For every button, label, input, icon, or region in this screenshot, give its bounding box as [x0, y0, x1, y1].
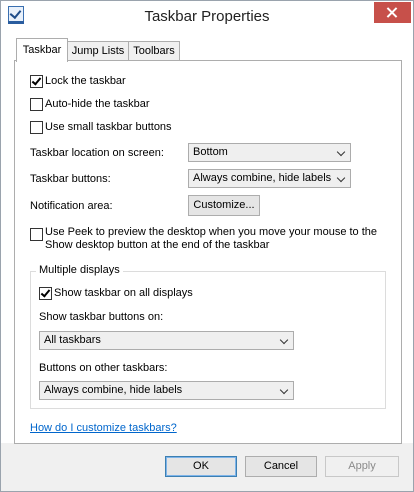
taskbar-buttons-dropdown[interactable]: Always combine, hide labels [188, 169, 351, 188]
other-taskbars-value: Always combine, hide labels [44, 384, 183, 396]
peek-label-line-1: Use Peek to preview the desktop when you… [45, 226, 378, 238]
other-taskbars-dropdown[interactable]: Always combine, hide labels [39, 381, 294, 400]
dialog-footer: OK Cancel Apply [1, 443, 413, 491]
peek-label-line-2: Show desktop button at the end of the ta… [45, 239, 270, 251]
chevron-down-icon [279, 385, 289, 395]
show-all-displays-label: Show taskbar on all displays [54, 287, 193, 299]
show-all-displays-checkbox[interactable] [39, 287, 52, 300]
lock-taskbar-label: Lock the taskbar [45, 75, 126, 87]
apply-button[interactable]: Apply [325, 456, 399, 477]
notification-area-label: Notification area: [30, 200, 113, 212]
small-buttons-checkbox[interactable] [30, 121, 43, 134]
ok-button[interactable]: OK [165, 456, 237, 477]
auto-hide-checkbox[interactable] [30, 98, 43, 111]
show-buttons-on-value: All taskbars [44, 334, 101, 346]
auto-hide-label: Auto-hide the taskbar [45, 98, 150, 110]
multiple-displays-title: Multiple displays [36, 264, 123, 276]
taskbar-buttons-value: Always combine, hide labels [193, 172, 332, 184]
taskbar-location-dropdown[interactable]: Bottom [188, 143, 351, 162]
show-buttons-on-label: Show taskbar buttons on: [39, 311, 164, 323]
other-taskbars-label: Buttons on other taskbars: [39, 362, 168, 374]
cancel-button[interactable]: Cancel [245, 456, 317, 477]
taskbar-properties-window: Taskbar Properties Taskbar Jump Lists To… [0, 0, 414, 492]
chevron-down-icon [336, 147, 346, 157]
peek-checkbox[interactable] [30, 228, 43, 241]
chevron-down-icon [279, 335, 289, 345]
taskbar-location-value: Bottom [193, 146, 228, 158]
chevron-down-icon [336, 173, 346, 183]
show-buttons-on-dropdown[interactable]: All taskbars [39, 331, 294, 350]
small-buttons-label: Use small taskbar buttons [45, 121, 172, 133]
customize-button[interactable]: Customize... [188, 195, 260, 216]
taskbar-buttons-label: Taskbar buttons: [30, 173, 111, 185]
lock-taskbar-checkbox[interactable] [30, 75, 43, 88]
help-link[interactable]: How do I customize taskbars? [30, 422, 177, 434]
taskbar-location-label: Taskbar location on screen: [30, 147, 164, 159]
